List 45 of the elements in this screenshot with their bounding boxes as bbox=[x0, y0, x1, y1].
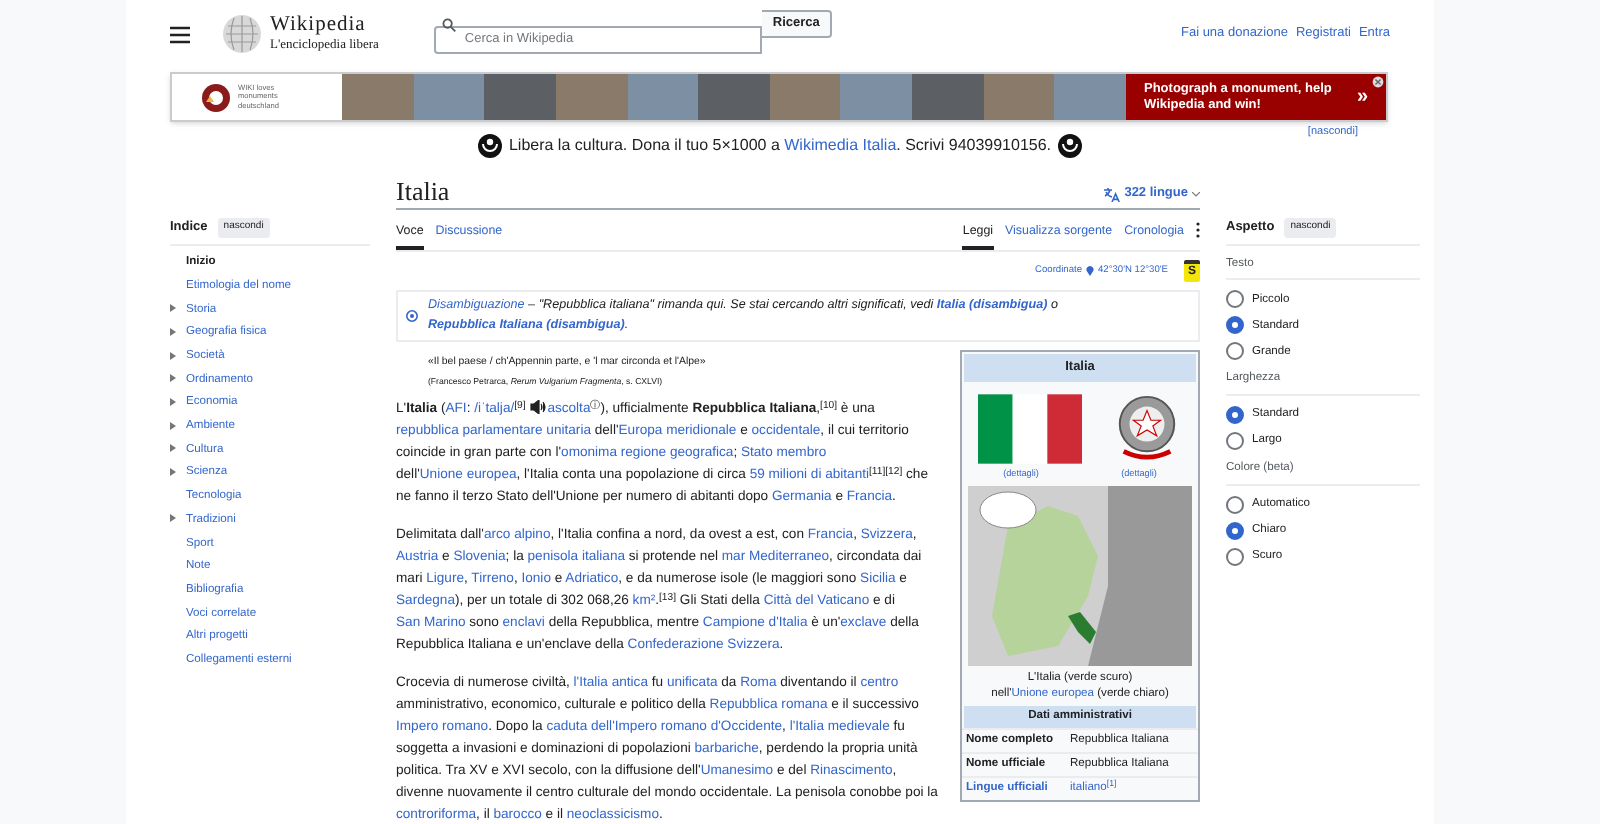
photo-placeholder bbox=[484, 74, 556, 120]
photo-placeholder bbox=[413, 74, 485, 120]
expand-icon[interactable] bbox=[170, 351, 176, 359]
close-icon[interactable] bbox=[1372, 76, 1384, 88]
expand-icon[interactable] bbox=[170, 514, 176, 523]
radio-button[interactable] bbox=[1226, 316, 1244, 335]
menu-icon[interactable] bbox=[170, 25, 190, 43]
wikimedia-logo-icon bbox=[478, 134, 503, 158]
speaker-icon bbox=[529, 400, 546, 415]
expand-icon[interactable] bbox=[170, 304, 176, 313]
photo-placeholder bbox=[555, 74, 628, 120]
photo-placeholder bbox=[627, 74, 699, 120]
expand-icon[interactable] bbox=[170, 421, 176, 430]
photo-placeholder bbox=[342, 74, 414, 120]
expand-icon[interactable] bbox=[170, 397, 176, 406]
photo-placeholder bbox=[983, 74, 1055, 120]
radio-button[interactable] bbox=[1226, 547, 1244, 566]
expand-icon[interactable] bbox=[170, 374, 176, 383]
radio-button[interactable] bbox=[1226, 342, 1244, 361]
banner-arrow: » bbox=[1356, 84, 1368, 112]
wikimedia-logo-icon bbox=[1057, 134, 1082, 158]
wordmark[interactable]: Wikipedia bbox=[270, 15, 379, 36]
photo-placeholder bbox=[840, 74, 913, 120]
photo-placeholder bbox=[1054, 74, 1127, 120]
expand-icon[interactable] bbox=[170, 327, 176, 336]
photo-placeholder bbox=[912, 74, 984, 120]
notice-text: Libera la cultura. Dona il tuo 5×1000 a Wikimedia Italia. Scrivi 94039910156. bbox=[508, 134, 1052, 158]
radio-button[interactable] bbox=[1226, 406, 1244, 425]
radio-button[interactable] bbox=[1226, 521, 1244, 540]
photo-placeholder bbox=[698, 74, 770, 120]
search-icon bbox=[442, 17, 457, 31]
expand-icon[interactable] bbox=[170, 467, 176, 476]
page-title: Italia bbox=[396, 178, 450, 204]
link[interactable]: Wikimedia Italia bbox=[784, 136, 897, 154]
caret-icon bbox=[1192, 191, 1200, 198]
flag-drawing bbox=[977, 393, 1082, 464]
expand-icon[interactable] bbox=[170, 444, 176, 453]
photo-placeholder bbox=[769, 74, 841, 120]
radio-button[interactable] bbox=[1226, 432, 1244, 451]
radio-button[interactable] bbox=[1226, 495, 1244, 514]
globe-icon[interactable] bbox=[222, 14, 262, 54]
info-icon bbox=[406, 310, 418, 323]
translate-icon bbox=[1104, 187, 1121, 202]
radio-button[interactable] bbox=[1226, 290, 1244, 309]
pin-icon bbox=[1086, 265, 1094, 276]
